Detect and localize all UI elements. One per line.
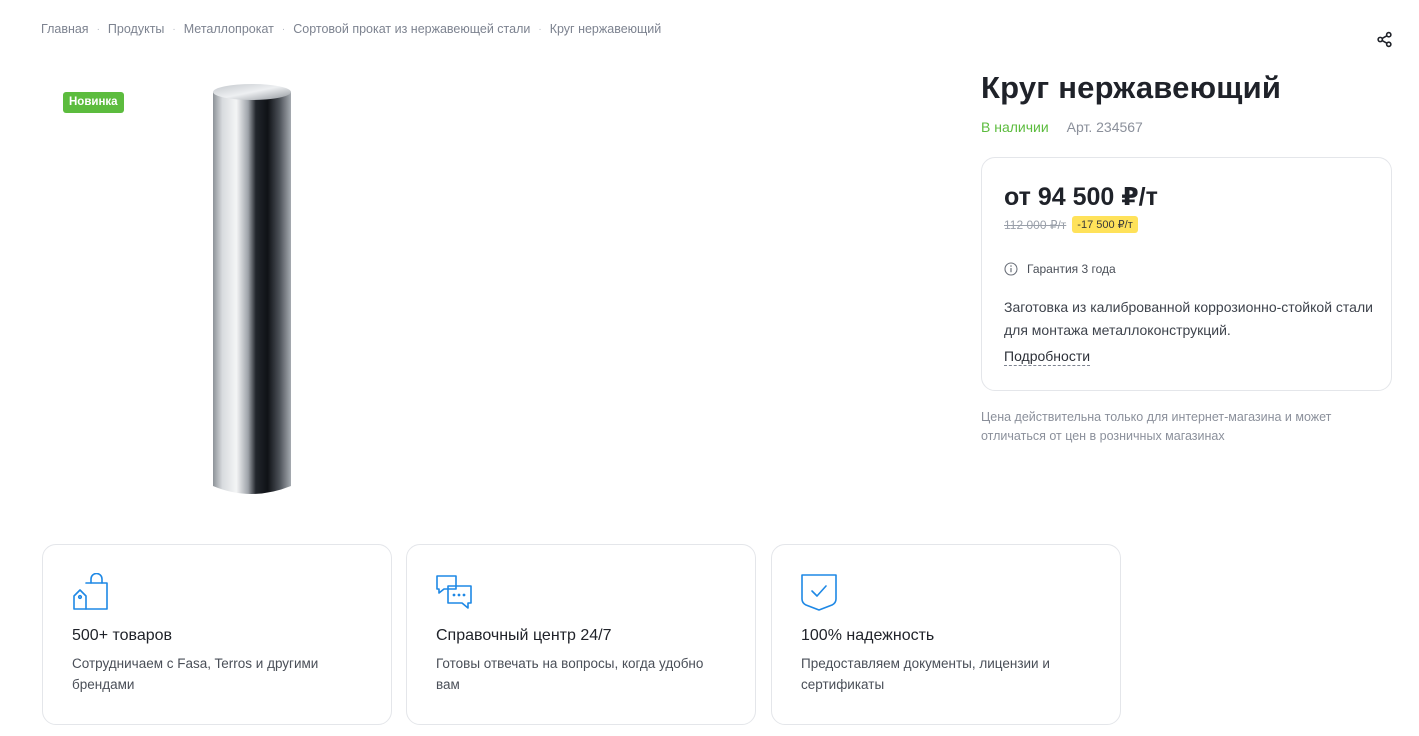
feature-text: Сотрудничаем с Fasa, Terros и другими бр…: [72, 656, 319, 692]
warranty: Гарантия 3 года: [1004, 262, 1116, 276]
breadcrumb-separator: ·: [96, 23, 100, 35]
chat-bubbles-icon: [435, 573, 473, 611]
new-badge: Новинка: [63, 92, 124, 113]
feature-title: 100% надежность: [801, 627, 935, 644]
breadcrumb-separator: ·: [172, 23, 176, 35]
product-description: Заготовка из калиброванной коррозионно-с…: [1004, 299, 1373, 338]
price: от 94 500 ₽/т: [1004, 183, 1158, 211]
breadcrumb-separator: ·: [281, 23, 286, 35]
price-card: от 94 500 ₽/т 112 000 ₽/т -17 500 ₽/т Га…: [981, 157, 1392, 391]
feature-text: Готовы отвечать на вопросы, когда удобно…: [436, 656, 704, 692]
feature-title: Справочный центр 24/7: [436, 627, 612, 644]
details-link[interactable]: Подробности: [1004, 348, 1091, 366]
article-number: Арт. 234567: [1066, 119, 1143, 135]
price-note: Цена действительна только для интернет-м…: [981, 410, 1332, 443]
breadcrumb-products[interactable]: Продукты: [108, 22, 164, 36]
stock-status: В наличии: [981, 119, 1049, 135]
discount-badge: -17 500 ₽/т: [1072, 216, 1138, 233]
breadcrumb: Главная · Продукты · Металлопрокат · Сор…: [41, 22, 661, 36]
feature-title: 500+ товаров: [72, 627, 173, 644]
feature-text: Предоставляем документы, лицензии и серт…: [801, 656, 1050, 692]
feature-card-reliability: 100% надежность Предоставляем документы,…: [771, 544, 1121, 725]
breadcrumb-home[interactable]: Главная: [41, 22, 89, 36]
breadcrumb-stainless[interactable]: Сортовой прокат из нержавеющей стали: [293, 22, 530, 36]
product-image: [205, 78, 297, 500]
old-price: 112 000 ₽/т: [1004, 217, 1067, 232]
feature-card-products: 500+ товаров Сотрудничаем с Fasa, Terros…: [42, 544, 392, 725]
share-icon[interactable]: [1376, 31, 1393, 48]
shopping-bag-icon: [71, 572, 109, 611]
info-icon[interactable]: [1004, 262, 1018, 276]
feature-card-support: Справочный центр 24/7 Готовы отвечать на…: [406, 544, 756, 725]
stock-row: В наличии Арт. 234567: [981, 119, 1143, 135]
product-title: Круг нержавеющий: [981, 70, 1282, 105]
breadcrumb-metal[interactable]: Металлопрокат: [184, 22, 274, 36]
breadcrumb-separator: ·: [538, 23, 542, 35]
breadcrumb-current: Круг нержавеющий: [549, 22, 662, 36]
shield-check-icon: [800, 573, 838, 611]
old-price-row: 112 000 ₽/т -17 500 ₽/т: [1004, 216, 1138, 233]
warranty-text: Гарантия 3 года: [1027, 262, 1116, 276]
